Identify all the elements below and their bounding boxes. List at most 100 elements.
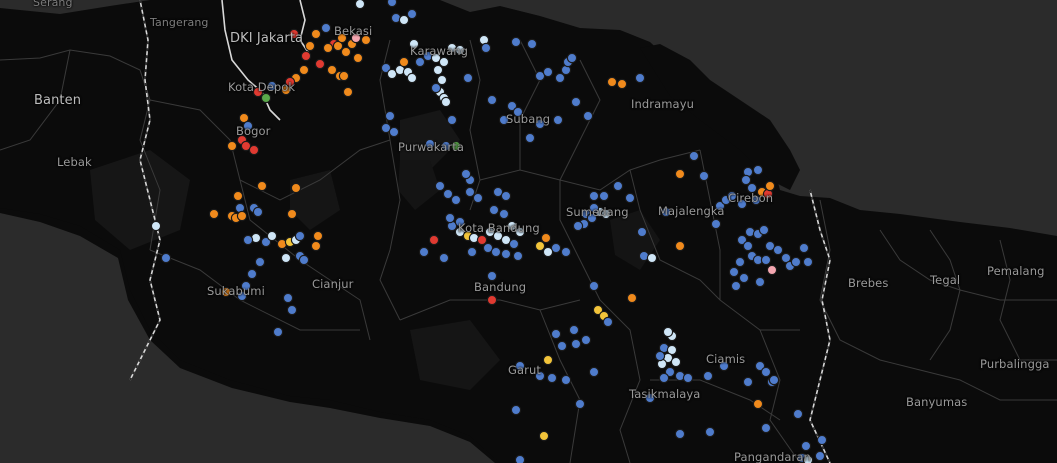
map-marker[interactable]: [512, 250, 524, 262]
map-marker[interactable]: [246, 268, 258, 280]
map-marker[interactable]: [674, 168, 686, 180]
map-marker[interactable]: [472, 192, 484, 204]
map-marker[interactable]: [500, 190, 512, 202]
map-marker[interactable]: [754, 276, 766, 288]
map-marker[interactable]: [740, 174, 752, 186]
map-marker[interactable]: [486, 94, 498, 106]
map-marker[interactable]: [514, 454, 526, 463]
map-marker[interactable]: [450, 194, 462, 206]
map-marker[interactable]: [802, 256, 814, 268]
map-marker[interactable]: [760, 366, 772, 378]
map-marker[interactable]: [384, 110, 396, 122]
map-marker[interactable]: [542, 246, 554, 258]
map-marker[interactable]: [304, 40, 316, 52]
map-marker[interactable]: [310, 28, 322, 40]
map-marker[interactable]: [798, 242, 810, 254]
map-marker[interactable]: [588, 190, 600, 202]
map-marker[interactable]: [662, 326, 674, 338]
map-marker[interactable]: [674, 428, 686, 440]
map-marker[interactable]: [464, 186, 476, 198]
map-marker[interactable]: [688, 150, 700, 162]
map-marker[interactable]: [320, 22, 332, 34]
map-marker[interactable]: [646, 252, 658, 264]
map-marker[interactable]: [342, 86, 354, 98]
map-marker[interactable]: [560, 246, 572, 258]
map-marker[interactable]: [556, 340, 568, 352]
map-marker[interactable]: [488, 204, 500, 216]
map-marker[interactable]: [280, 252, 292, 264]
map-marker[interactable]: [266, 230, 278, 242]
map-marker[interactable]: [764, 180, 776, 192]
map-marker[interactable]: [654, 350, 666, 362]
map-marker[interactable]: [674, 240, 686, 252]
map-marker[interactable]: [476, 234, 488, 246]
map-marker[interactable]: [816, 434, 828, 446]
map-marker[interactable]: [572, 220, 584, 232]
map-marker[interactable]: [298, 254, 310, 266]
map-canvas[interactable]: Serang Tangerang DKI Jakarta Bekasi Kara…: [0, 0, 1057, 463]
map-marker[interactable]: [738, 272, 750, 284]
map-marker[interactable]: [542, 66, 554, 78]
map-marker[interactable]: [730, 280, 742, 292]
map-marker[interactable]: [606, 76, 618, 88]
map-marker[interactable]: [760, 422, 772, 434]
map-marker[interactable]: [322, 42, 334, 54]
map-marker[interactable]: [252, 206, 264, 218]
map-marker[interactable]: [298, 64, 310, 76]
map-marker[interactable]: [354, 0, 366, 10]
map-marker[interactable]: [554, 72, 566, 84]
map-marker[interactable]: [542, 354, 554, 366]
map-marker[interactable]: [462, 72, 474, 84]
map-marker[interactable]: [524, 132, 536, 144]
map-marker[interactable]: [580, 334, 592, 346]
map-marker[interactable]: [486, 294, 498, 306]
map-marker[interactable]: [326, 64, 338, 76]
map-marker[interactable]: [508, 238, 520, 250]
map-marker[interactable]: [440, 96, 452, 108]
map-marker[interactable]: [150, 220, 162, 232]
map-marker[interactable]: [272, 326, 284, 338]
map-marker[interactable]: [282, 292, 294, 304]
map-marker[interactable]: [570, 96, 582, 108]
map-marker[interactable]: [444, 212, 456, 224]
map-marker[interactable]: [612, 180, 624, 192]
map-marker[interactable]: [526, 38, 538, 50]
map-marker[interactable]: [490, 246, 502, 258]
map-marker[interactable]: [742, 240, 754, 252]
map-marker[interactable]: [386, 0, 398, 8]
map-marker[interactable]: [226, 140, 238, 152]
map-marker[interactable]: [340, 46, 352, 58]
map-marker[interactable]: [242, 234, 254, 246]
map-marker[interactable]: [634, 72, 646, 84]
map-marker[interactable]: [682, 372, 694, 384]
map-marker[interactable]: [254, 256, 266, 268]
map-marker[interactable]: [792, 408, 804, 420]
map-marker[interactable]: [208, 208, 220, 220]
map-marker[interactable]: [338, 70, 350, 82]
map-marker[interactable]: [552, 114, 564, 126]
map-marker[interactable]: [430, 82, 442, 94]
map-marker[interactable]: [236, 210, 248, 222]
map-marker[interactable]: [570, 338, 582, 350]
map-marker[interactable]: [406, 72, 418, 84]
map-marker[interactable]: [286, 304, 298, 316]
map-marker[interactable]: [538, 430, 550, 442]
map-marker[interactable]: [446, 114, 458, 126]
map-marker[interactable]: [790, 256, 802, 268]
map-marker[interactable]: [728, 266, 740, 278]
map-marker[interactable]: [314, 58, 326, 70]
map-marker[interactable]: [582, 110, 594, 122]
map-marker[interactable]: [466, 246, 478, 258]
map-marker[interactable]: [624, 192, 636, 204]
map-marker[interactable]: [616, 78, 628, 90]
map-marker[interactable]: [256, 180, 268, 192]
map-marker[interactable]: [460, 168, 472, 180]
map-marker[interactable]: [480, 42, 492, 54]
map-marker[interactable]: [626, 292, 638, 304]
map-marker[interactable]: [766, 264, 778, 276]
map-marker[interactable]: [498, 208, 510, 220]
map-marker[interactable]: [704, 426, 716, 438]
map-marker[interactable]: [742, 376, 754, 388]
map-marker[interactable]: [510, 404, 522, 416]
map-marker[interactable]: [388, 126, 400, 138]
